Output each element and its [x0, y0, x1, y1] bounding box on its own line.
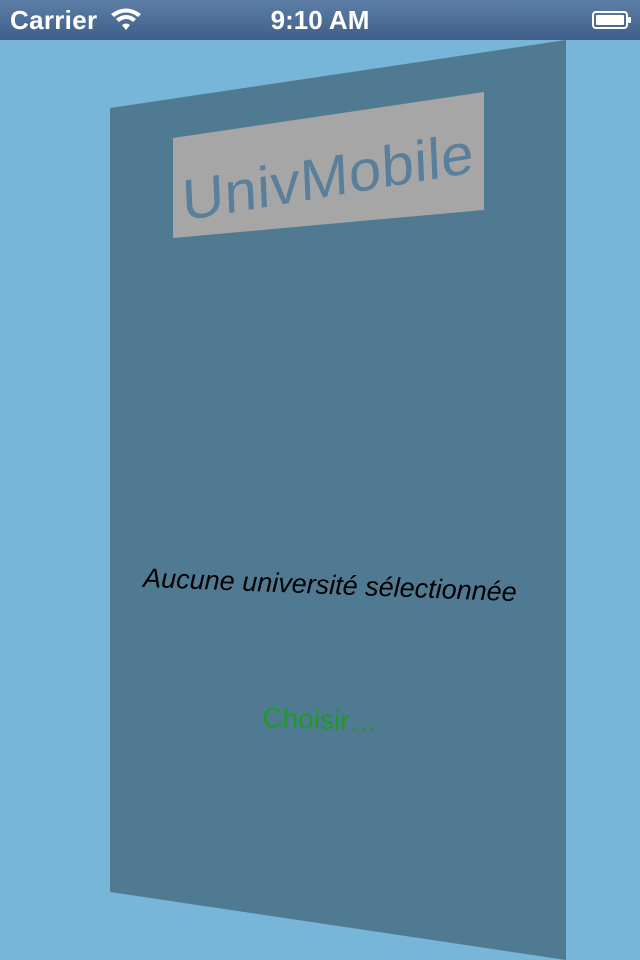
battery-icon: [592, 11, 631, 29]
app-logo-text: UnivMobile: [180, 120, 476, 234]
status-bar: Carrier 9:10 AM: [0, 0, 640, 40]
clock: 9:10 AM: [270, 5, 370, 35]
content-area: UnivMobile Aucune université sélectionné…: [0, 40, 640, 960]
